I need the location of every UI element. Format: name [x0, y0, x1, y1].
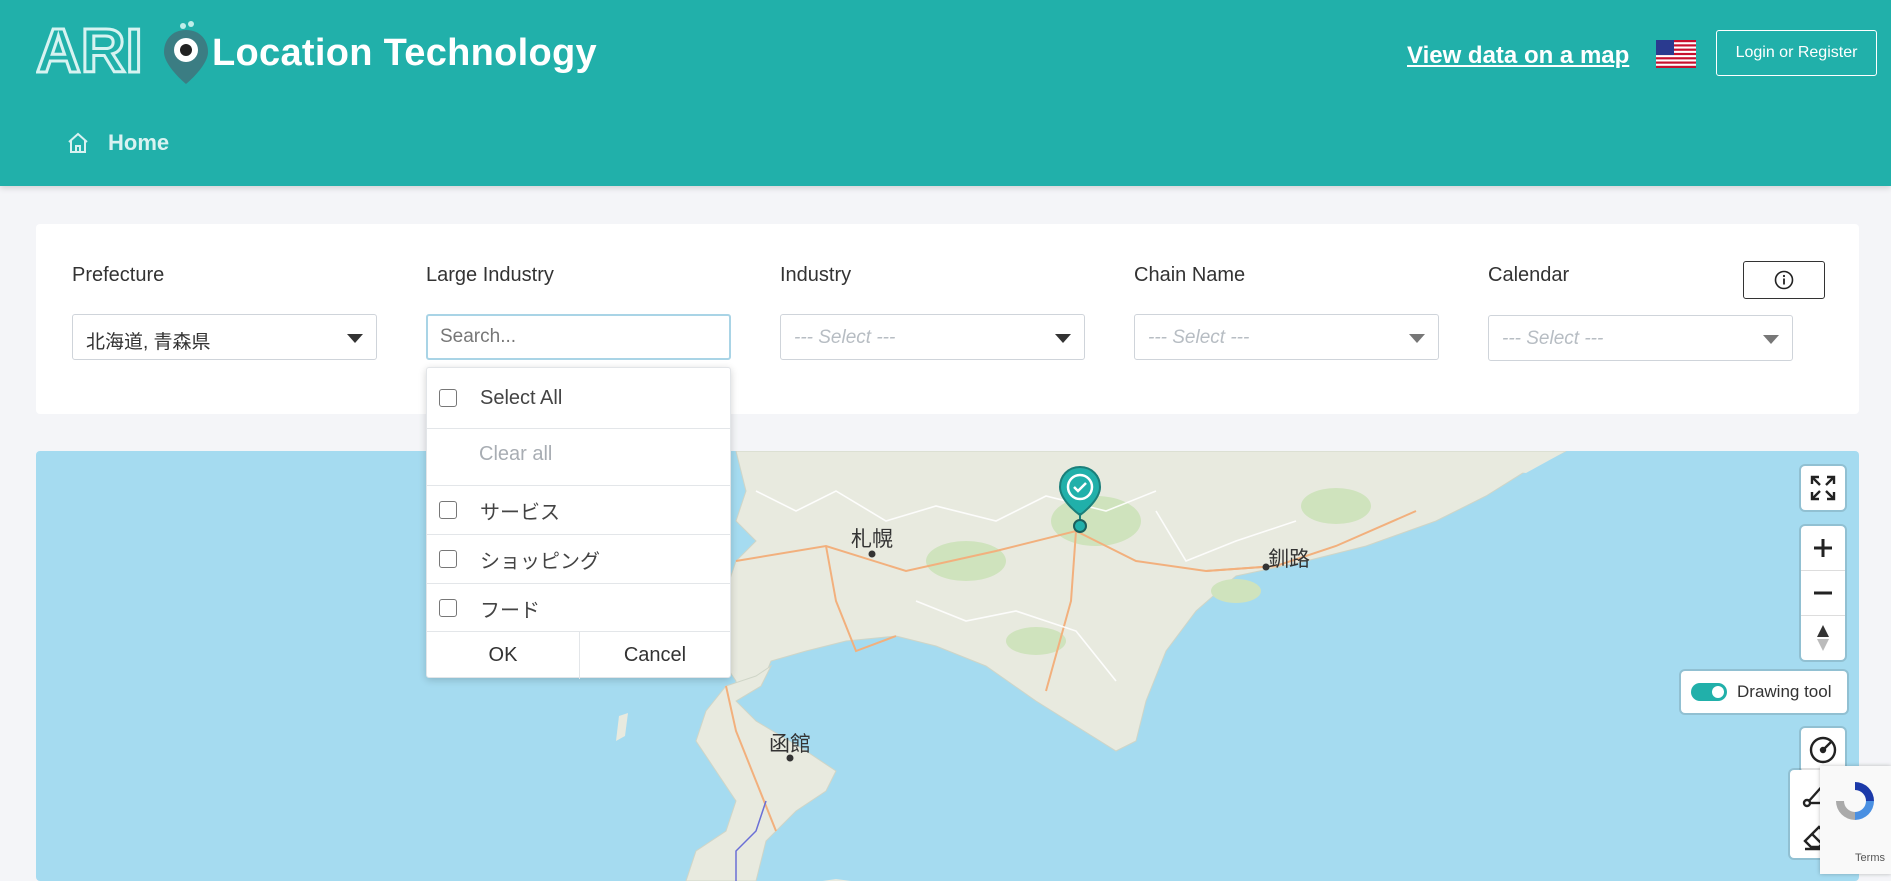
- large-industry-label: Large Industry: [426, 264, 554, 286]
- expand-icon: [1810, 475, 1836, 501]
- option-label: ショッピング: [480, 550, 600, 573]
- home-icon: [68, 132, 88, 153]
- calendar-placeholder: --- Select ---: [1502, 328, 1604, 349]
- calendar-label: Calendar: [1488, 264, 1570, 286]
- checkbox[interactable]: [439, 599, 457, 617]
- map-view[interactable]: 札幌 釧路 函館: [36, 451, 1859, 881]
- toggle-switch[interactable]: [1691, 683, 1727, 701]
- zoom-out-button[interactable]: [1801, 571, 1845, 616]
- industry-label: Industry: [780, 264, 852, 286]
- divider: [427, 485, 730, 486]
- list-item[interactable]: フード: [427, 584, 730, 632]
- map-land: [616, 451, 1567, 881]
- minus-icon: [1814, 591, 1832, 595]
- list-item[interactable]: サービス: [427, 487, 730, 533]
- compass-button[interactable]: [1801, 616, 1845, 660]
- us-flag-icon[interactable]: [1656, 40, 1696, 68]
- recaptcha-icon: [1836, 782, 1874, 820]
- zoom-controls: [1801, 526, 1845, 660]
- industry-placeholder: --- Select ---: [794, 327, 896, 348]
- city-label: 釧路: [1268, 548, 1310, 571]
- prefecture-select[interactable]: 北海道, 青森県: [72, 314, 377, 360]
- checkbox[interactable]: [439, 501, 457, 519]
- large-industry-search-input[interactable]: [426, 314, 731, 360]
- info-icon: [1774, 270, 1794, 290]
- option-label: サービス: [480, 501, 560, 524]
- login-register-button[interactable]: Login or Register: [1716, 30, 1877, 76]
- plus-icon: [1814, 539, 1832, 557]
- list-item[interactable]: ショッピング: [427, 535, 730, 583]
- industry-select[interactable]: --- Select ---: [780, 314, 1085, 360]
- cancel-button[interactable]: Cancel: [579, 632, 731, 679]
- svg-text:ARI: ARI: [36, 17, 143, 86]
- city-label: 函館: [769, 733, 811, 756]
- chevron-down-icon: [1055, 334, 1071, 343]
- drawing-tool-label: Drawing tool: [1737, 682, 1832, 701]
- chevron-down-icon: [347, 334, 363, 343]
- chain-name-label: Chain Name: [1134, 264, 1246, 286]
- ari-logo[interactable]: ARI: [36, 10, 216, 90]
- recaptcha-terms[interactable]: Terms: [1855, 852, 1885, 864]
- option-label: フード: [480, 599, 540, 622]
- large-industry-dropdown: Select All Clear all サービス ショッピング フード OK …: [426, 367, 731, 679]
- circle-draw-icon: [1809, 736, 1837, 764]
- checkbox[interactable]: [439, 550, 457, 568]
- chevron-down-icon: [1409, 334, 1425, 343]
- chain-name-placeholder: --- Select ---: [1148, 327, 1250, 348]
- calendar-select[interactable]: --- Select ---: [1488, 315, 1793, 361]
- ok-button[interactable]: OK: [427, 632, 580, 679]
- chevron-down-icon: [1763, 335, 1779, 344]
- location-marker-icon[interactable]: [1058, 465, 1102, 535]
- prefecture-value: 北海道, 青森県: [86, 332, 211, 353]
- compass-icon: [1817, 625, 1829, 651]
- clear-all-option[interactable]: Clear all: [427, 430, 730, 478]
- select-all-option[interactable]: Select All: [427, 378, 730, 418]
- view-map-link[interactable]: View data on a map: [1407, 42, 1629, 70]
- nav-home-label: Home: [108, 130, 170, 155]
- city-label: 札幌: [851, 528, 893, 551]
- filter-panel: Prefecture 北海道, 青森県 Large Industry Indus…: [36, 224, 1859, 414]
- zoom-in-button[interactable]: [1801, 526, 1845, 571]
- recaptcha-badge[interactable]: Terms: [1820, 766, 1891, 874]
- chain-name-select[interactable]: --- Select ---: [1134, 314, 1439, 360]
- nav-home[interactable]: Home: [66, 130, 169, 156]
- brand-title: Location Technology: [212, 32, 597, 74]
- select-all-label: Select All: [480, 386, 563, 409]
- clear-all-label: Clear all: [479, 442, 553, 465]
- info-button[interactable]: [1743, 261, 1825, 299]
- header: ARI Location Technology View data on a m…: [0, 0, 1891, 186]
- prefecture-label: Prefecture: [72, 264, 165, 286]
- fullscreen-button[interactable]: [1801, 466, 1845, 510]
- drawing-tool-toggle[interactable]: Drawing tool: [1681, 671, 1847, 713]
- checkbox[interactable]: [439, 389, 457, 407]
- divider: [427, 428, 730, 429]
